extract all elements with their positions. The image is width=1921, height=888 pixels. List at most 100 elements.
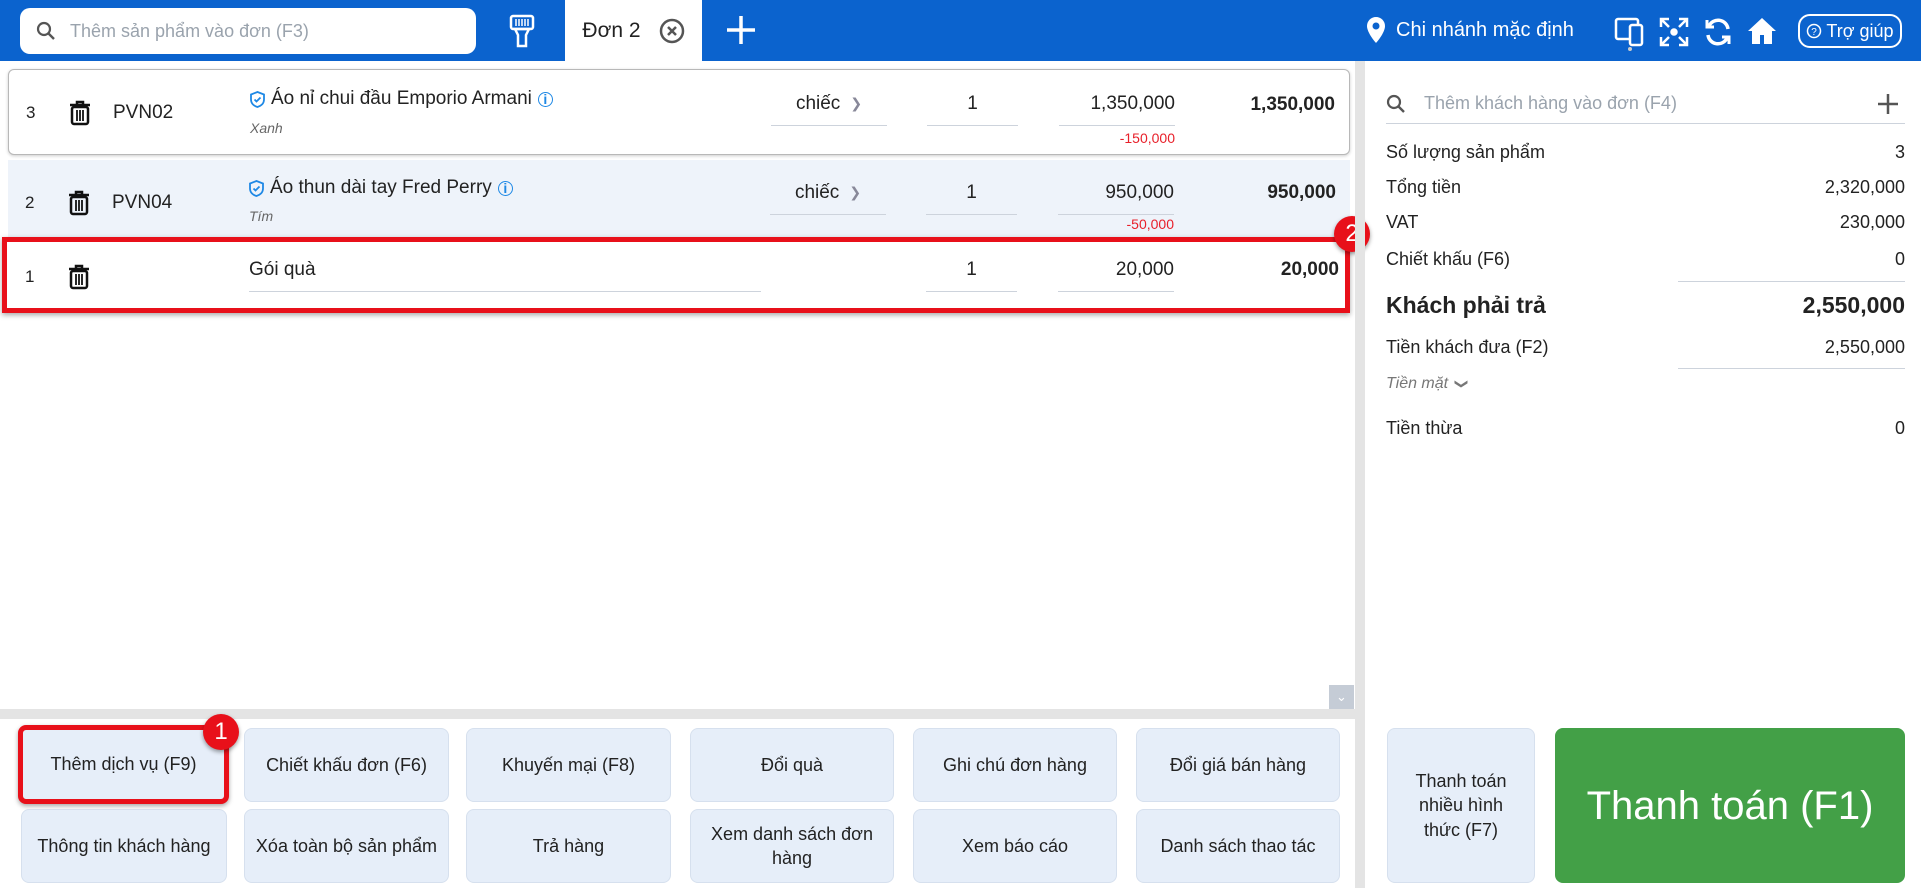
verified-shield-icon <box>250 90 265 108</box>
product-code: PVN04 <box>112 192 173 213</box>
tab-order-2[interactable]: Đơn 2 <box>565 0 702 61</box>
summary-value: 2,320,000 <box>1824 177 1905 197</box>
search-icon <box>1386 94 1405 113</box>
add-customer-icon[interactable] <box>1877 93 1899 115</box>
price-input[interactable]: 20,000 <box>1058 248 1174 292</box>
price-input[interactable]: 950,000 <box>1058 171 1174 215</box>
product-search-input[interactable]: Thêm sản phẩm vào đơn (F3) <box>20 8 476 54</box>
quantity-input[interactable]: 1 <box>927 82 1018 126</box>
summary-vat: VAT 230,000 <box>1386 212 1905 233</box>
quantity-value: 1 <box>966 181 977 203</box>
tab-label: Đơn 2 <box>582 18 641 42</box>
product-search-placeholder: Thêm sản phẩm vào đơn (F3) <box>70 20 309 41</box>
summary-discount[interactable]: Chiết khấu (F6) 0 <box>1386 249 1905 270</box>
multi-payment-button[interactable]: Thanh toán nhiều hình thức (F7) <box>1387 728 1535 883</box>
info-icon[interactable]: i <box>537 91 553 107</box>
product-name[interactable]: Áo nỉ chui đầu Emporio Armani i <box>250 88 553 110</box>
product-code: PVN02 <box>113 102 174 123</box>
table-row[interactable]: 3 PVN02 Áo nỉ chui đầu Emporio Armani i … <box>8 69 1350 155</box>
fullscreen-icon[interactable] <box>1659 17 1689 53</box>
service-name-value: Gói quà <box>249 258 316 280</box>
table-row[interactable]: 2 PVN04 Áo thun dài tay Fred Perry i Tím… <box>8 160 1350 237</box>
refresh-icon[interactable] <box>1703 17 1733 53</box>
gift-exchange-button[interactable]: Đổi quà <box>690 728 894 802</box>
branch-selector[interactable]: Chi nhánh mặc định <box>1366 16 1574 44</box>
quantity-input[interactable]: 1 <box>926 171 1017 215</box>
discount-value: -50,000 <box>1126 216 1174 232</box>
price-value: 950,000 <box>1105 181 1174 203</box>
chevron-down-icon: ❯ <box>1454 378 1470 390</box>
summary-value: 2,550,000 <box>1802 292 1905 318</box>
table-row-highlighted[interactable]: 1 Gói quà 1 20,000 20,000 <box>2 237 1350 313</box>
summary-label: Tiền thừa <box>1386 418 1463 438</box>
home-icon[interactable] <box>1746 15 1778 53</box>
summary-underline <box>1678 368 1905 369</box>
line-total: 1,350,000 <box>1250 94 1335 115</box>
summary-change: Tiền thừa 0 <box>1386 418 1905 439</box>
clear-products-button[interactable]: Xóa toàn bộ sản phẩm <box>244 809 449 883</box>
change-price-button[interactable]: Đổi giá bán hàng <box>1136 728 1340 802</box>
chevron-down-icon: ❯ <box>850 95 863 111</box>
chevron-down-icon: ❯ <box>849 184 862 200</box>
location-pin-icon <box>1367 17 1385 43</box>
quantity-value: 1 <box>966 258 977 280</box>
line-total: 20,000 <box>1280 259 1339 280</box>
trash-icon[interactable] <box>68 190 90 222</box>
summary-label: Tổng tiền <box>1386 177 1462 197</box>
summary-subtotal: Tổng tiền 2,320,000 <box>1386 177 1905 198</box>
quantity-value: 1 <box>967 92 978 114</box>
action-list-button[interactable]: Danh sách thao tác <box>1136 809 1340 883</box>
close-tab-icon[interactable] <box>659 18 685 44</box>
product-name-text: Áo nỉ chui đầu Emporio Armani <box>271 88 532 109</box>
summary-label: Chiết khấu (F6) <box>1386 249 1511 269</box>
promotion-button[interactable]: Khuyến mại (F8) <box>466 728 671 802</box>
unit-select[interactable]: chiếc ❯ <box>771 82 887 126</box>
payment-method-value: Tiền mặt <box>1386 375 1449 392</box>
price-value: 1,350,000 <box>1090 92 1175 114</box>
summary-value: 0 <box>1894 418 1905 438</box>
customer-search-input[interactable]: Thêm khách hàng vào đơn (F4) <box>1386 84 1905 124</box>
search-icon <box>36 21 55 40</box>
summary-label: Tiền khách đưa (F2) <box>1386 337 1549 357</box>
info-icon[interactable]: i <box>497 180 513 196</box>
summary-label: VAT <box>1386 212 1419 232</box>
scroll-down-button[interactable]: ⌄ <box>1329 685 1354 709</box>
unit-value: chiếc <box>795 92 841 114</box>
checkout-button[interactable]: Thanh toán (F1) <box>1555 728 1905 883</box>
summary-qty: Số lượng sản phẩm 3 <box>1386 142 1905 163</box>
quantity-input[interactable]: 1 <box>926 248 1017 292</box>
help-button[interactable]: ? Trợ giúp <box>1798 14 1902 48</box>
trash-icon[interactable] <box>69 100 91 132</box>
row-index: 2 <box>25 193 35 212</box>
add-service-button[interactable]: Thêm dịch vụ (F9) <box>18 725 229 804</box>
action-separator <box>0 709 1355 719</box>
reports-button[interactable]: Xem báo cáo <box>913 809 1117 883</box>
product-name[interactable]: Áo thun dài tay Fred Perry i <box>249 177 513 199</box>
product-variant: Xanh <box>250 120 283 136</box>
service-name-input[interactable]: Gói quà <box>249 248 761 292</box>
summary-underline <box>1678 281 1905 282</box>
chevron-down-icon: ⌄ <box>1336 689 1347 704</box>
payment-method-select[interactable]: Tiền mặt ❯ <box>1386 375 1470 393</box>
return-button[interactable]: Trả hàng <box>466 809 671 883</box>
order-note-button[interactable]: Ghi chú đơn hàng <box>913 728 1117 802</box>
price-input[interactable]: 1,350,000 <box>1059 82 1175 126</box>
summary-paid[interactable]: Tiền khách đưa (F2) 2,550,000 <box>1386 337 1905 358</box>
summary-label: Số lượng sản phẩm <box>1386 142 1545 162</box>
line-total: 950,000 <box>1267 182 1336 203</box>
trash-icon[interactable] <box>68 264 90 296</box>
device-mode-icon[interactable] <box>1614 16 1646 58</box>
product-name-text: Áo thun dài tay Fred Perry <box>270 177 492 198</box>
question-icon: ? <box>1807 23 1822 39</box>
verified-shield-icon <box>249 179 264 197</box>
svg-text:?: ? <box>1812 27 1818 38</box>
order-discount-button[interactable]: Chiết khấu đơn (F6) <box>244 728 449 802</box>
row-index: 1 <box>25 267 35 286</box>
paid-amount-input[interactable]: 2,550,000 <box>1825 337 1905 358</box>
row-index: 3 <box>26 103 36 122</box>
add-tab-icon[interactable] <box>725 14 757 52</box>
customer-info-button[interactable]: Thông tin khách hàng <box>21 809 227 883</box>
unit-select[interactable]: chiếc ❯ <box>770 171 886 215</box>
barcode-scanner-icon[interactable] <box>508 14 536 54</box>
order-list-button[interactable]: Xem danh sách đơn hàng <box>690 809 894 883</box>
